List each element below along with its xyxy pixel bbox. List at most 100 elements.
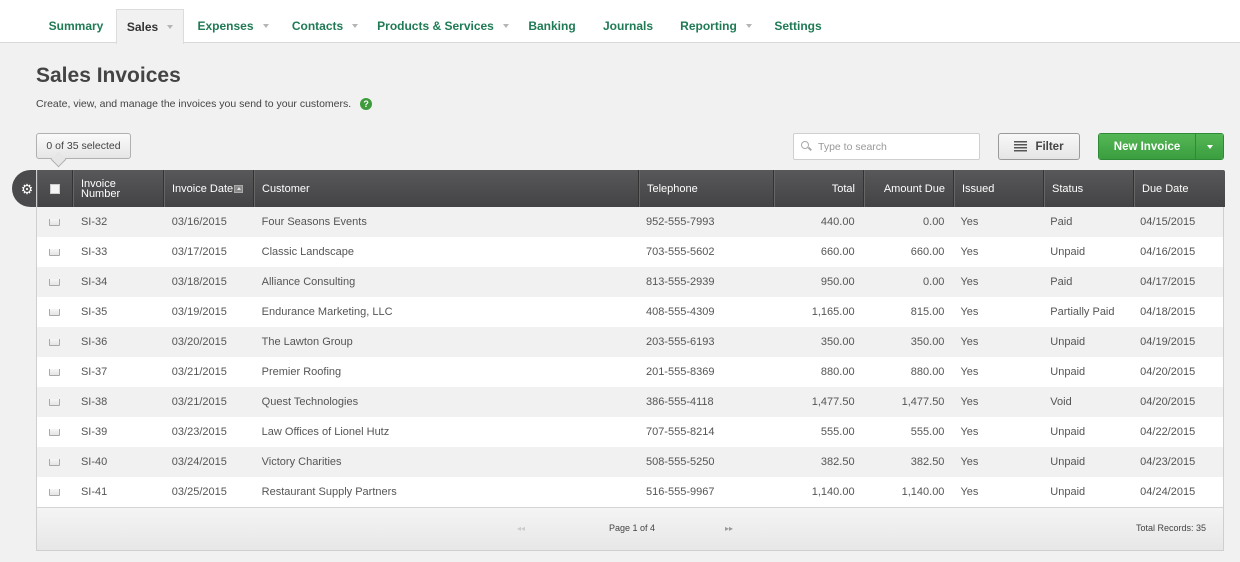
previous-page-icon[interactable]: ◂◂	[517, 524, 525, 533]
cell-status: Unpaid	[1050, 366, 1086, 378]
column-header-label: Invoice Date	[172, 182, 234, 195]
cell-status: Partially Paid	[1050, 306, 1115, 318]
next-page-icon[interactable]: ▸▸	[725, 524, 733, 533]
cell-issued: Yes	[960, 336, 979, 348]
column-header-label: Total	[831, 182, 855, 195]
chevron-down-icon	[262, 24, 269, 28]
nav-item-label: Summary	[48, 19, 104, 33]
column-header-label: Issued	[962, 182, 995, 195]
cell-customer: Alliance Consulting	[261, 276, 356, 288]
column-header-telephone[interactable]: Telephone	[639, 170, 774, 207]
column-header-due-date[interactable]: Due Date	[1134, 170, 1225, 207]
filter-button[interactable]: Filter	[998, 133, 1080, 160]
new-invoice-button[interactable]: New Invoice	[1099, 134, 1195, 159]
table-row[interactable]: SI-35 03/19/2015 Endurance Marketing, LLC 4…	[37, 297, 1223, 327]
cell-invoice-number: SI-32	[80, 216, 108, 228]
row-checkbox[interactable]	[49, 308, 61, 316]
cell-invoice-date: 03/25/2015	[171, 486, 227, 498]
nav-item-banking[interactable]: Banking	[516, 9, 588, 43]
column-header-invoice-number[interactable]: Invoice Number	[73, 170, 164, 207]
table-row[interactable]: SI-38 03/21/2015 Quest Technologies 386-555…	[37, 387, 1223, 417]
cell-telephone: 408-555-4309	[645, 306, 715, 318]
selected-count-badge: 0 of 35 selected	[36, 133, 131, 159]
cell-total: 382.50	[820, 456, 855, 468]
cell-status: Paid	[1050, 276, 1073, 288]
column-header-invoice-date[interactable]: Invoice Date	[164, 170, 254, 207]
cell-issued: Yes	[960, 456, 979, 468]
cell-telephone: 813-555-2939	[645, 276, 715, 288]
cell-invoice-date: 03/18/2015	[171, 276, 227, 288]
nav-item-expenses[interactable]: Expenses	[186, 9, 280, 43]
page-title: Sales Invoices	[36, 64, 181, 87]
table-row[interactable]: SI-36 03/20/2015 The Lawton Group 203-555-6…	[37, 327, 1223, 357]
nav-item-contacts[interactable]: Contacts	[280, 9, 370, 43]
cell-invoice-number: SI-35	[80, 306, 108, 318]
column-header-amount-due[interactable]: Amount Due	[864, 170, 954, 207]
nav-item-sales[interactable]: Sales	[116, 9, 184, 44]
cell-amount-due: 555.00	[910, 426, 945, 438]
cell-amount-due: 0.00	[923, 276, 945, 288]
table-row[interactable]: SI-39 03/23/2015 Law Offices of Lionel Hut…	[37, 417, 1223, 447]
row-select-cell	[37, 488, 73, 496]
column-header-status[interactable]: Status	[1044, 170, 1134, 207]
row-checkbox[interactable]	[49, 368, 61, 376]
row-checkbox[interactable]	[49, 398, 61, 406]
select-all-checkbox[interactable]	[49, 183, 60, 194]
chevron-down-icon	[502, 24, 509, 28]
row-select-cell	[37, 308, 73, 316]
row-select-cell	[37, 398, 73, 406]
nav-item-journals[interactable]: Journals	[590, 9, 666, 43]
nav-item-settings[interactable]: Settings	[764, 9, 832, 43]
cell-customer: Four Seasons Events	[261, 216, 367, 228]
column-header-issued[interactable]: Issued	[954, 170, 1044, 207]
nav-item-products-services[interactable]: Products & Services	[370, 9, 516, 43]
row-checkbox[interactable]	[49, 488, 61, 496]
row-checkbox[interactable]	[49, 278, 61, 286]
cell-total: 440.00	[820, 216, 855, 228]
cell-due-date: 04/19/2015	[1140, 336, 1196, 348]
row-checkbox[interactable]	[49, 428, 61, 436]
table-footer: ◂◂ Page 1 of 4 ▸▸ Total Records: 35	[37, 507, 1223, 550]
nav-item-label: Banking	[528, 19, 576, 33]
nav-item-label: Settings	[774, 19, 822, 33]
nav-item-reporting[interactable]: Reporting	[668, 9, 764, 43]
cell-total: 660.00	[820, 246, 855, 258]
cell-invoice-number: SI-41	[80, 486, 108, 498]
cell-customer: Restaurant Supply Partners	[261, 486, 397, 498]
column-header-total[interactable]: Total	[774, 170, 864, 207]
column-header-label: Telephone	[647, 182, 698, 195]
table-row[interactable]: SI-40 03/24/2015 Victory Charities 508-555-…	[37, 447, 1223, 477]
row-checkbox[interactable]	[49, 338, 61, 346]
row-select-cell	[37, 428, 73, 436]
table-row[interactable]: SI-32 03/16/2015 Four Seasons Events 952-55…	[37, 207, 1223, 237]
cell-status: Unpaid	[1050, 486, 1086, 498]
cell-telephone: 508-555-5250	[645, 456, 715, 468]
table-row[interactable]: SI-33 03/17/2015 Classic Landscape 703-555-…	[37, 237, 1223, 267]
row-checkbox[interactable]	[49, 218, 61, 226]
help-icon[interactable]: ?	[360, 98, 373, 110]
search-box[interactable]	[793, 133, 980, 160]
column-header-customer[interactable]: Customer	[254, 170, 639, 207]
table-row[interactable]: SI-41 03/25/2015 Restaurant Supply Partner…	[37, 477, 1223, 507]
cell-due-date: 04/23/2015	[1140, 456, 1196, 468]
filter-button-label: Filter	[1035, 140, 1064, 153]
cell-due-date: 04/22/2015	[1140, 426, 1196, 438]
cell-issued: Yes	[960, 366, 979, 378]
row-checkbox[interactable]	[49, 458, 61, 466]
cell-invoice-number: SI-37	[80, 366, 108, 378]
row-checkbox[interactable]	[49, 248, 61, 256]
cell-due-date: 04/18/2015	[1140, 306, 1196, 318]
chevron-down-icon	[167, 25, 174, 29]
cell-due-date: 04/24/2015	[1140, 486, 1196, 498]
search-input[interactable]	[818, 140, 978, 153]
new-invoice-split-button: New Invoice	[1098, 133, 1224, 160]
new-invoice-dropdown-button[interactable]	[1195, 134, 1223, 159]
row-select-cell	[37, 248, 73, 256]
table-row[interactable]: SI-37 03/21/2015 Premier Roofing 201-555-83…	[37, 357, 1223, 387]
nav-item-summary[interactable]: Summary	[36, 9, 116, 43]
cell-invoice-date: 03/21/2015	[171, 366, 227, 378]
select-all-cell[interactable]	[37, 170, 73, 207]
list-icon	[1014, 141, 1028, 152]
cell-status: Unpaid	[1050, 336, 1086, 348]
table-row[interactable]: SI-34 03/18/2015 Alliance Consulting 813-55…	[37, 267, 1223, 297]
